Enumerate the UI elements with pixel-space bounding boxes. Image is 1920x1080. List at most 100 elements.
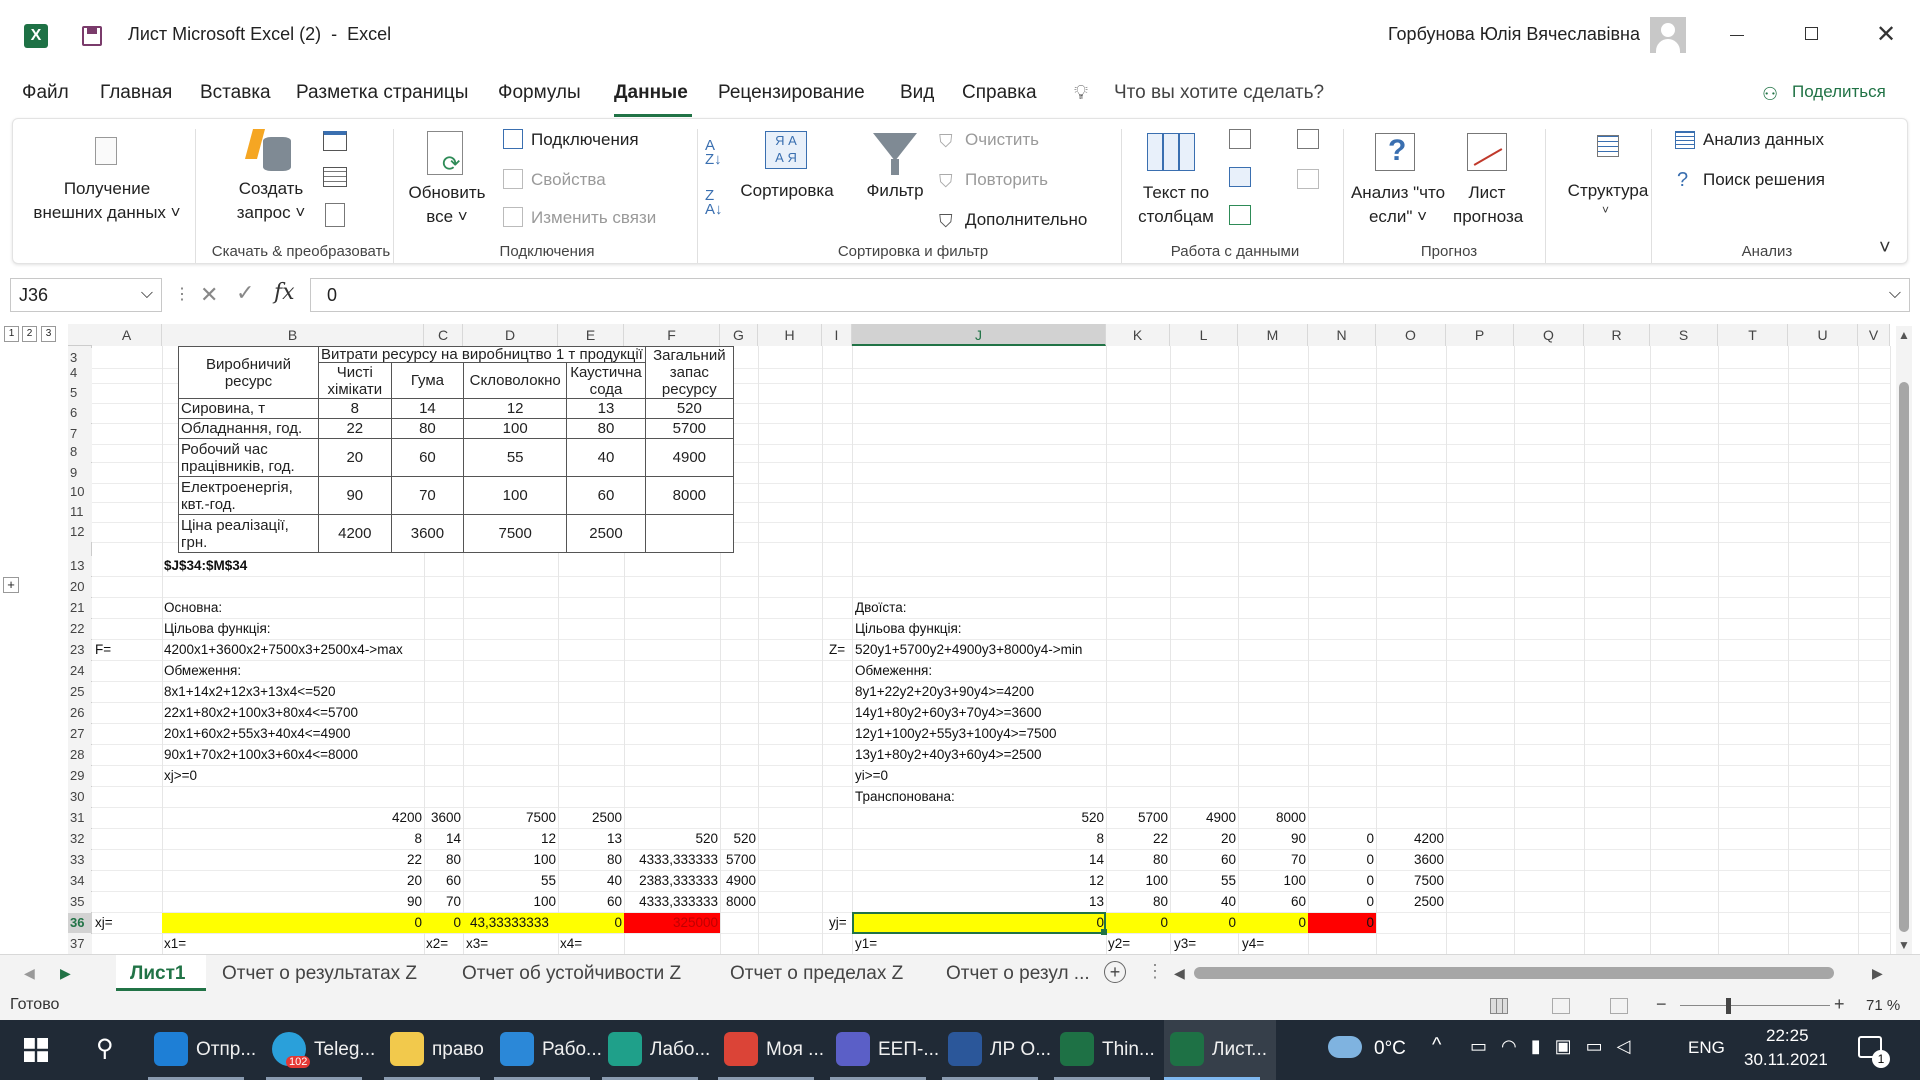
- column-header[interactable]: H: [758, 324, 822, 346]
- cell-b23[interactable]: 4200x1+3600x2+7500x3+2500x4->max: [164, 640, 403, 660]
- cell-b28[interactable]: 90x1+70x2+100x3+60x4<=8000: [164, 745, 358, 765]
- cell-value[interactable]: 60: [371, 871, 461, 891]
- scroll-down-icon[interactable]: ▼: [1898, 938, 1910, 952]
- enter-icon[interactable]: ✓: [236, 280, 254, 306]
- text-to-columns-button[interactable]: Текст по столбцам: [1131, 181, 1221, 229]
- cell-value[interactable]: 3600: [1354, 850, 1444, 870]
- windows-start-icon[interactable]: [24, 1038, 48, 1062]
- what-if-button[interactable]: Анализ "что если" ˅: [1345, 181, 1451, 229]
- cell-value[interactable]: 2500: [1354, 892, 1444, 912]
- cell-value[interactable]: 0: [572, 913, 622, 933]
- outline-button[interactable]: Структура: [1553, 179, 1663, 203]
- minimize-icon[interactable]: [1730, 35, 1744, 36]
- row-header[interactable]: 36: [68, 913, 92, 933]
- column-header[interactable]: O: [1376, 324, 1446, 346]
- expand-formula-icon[interactable]: ⌵: [1889, 285, 1901, 303]
- avatar[interactable]: [1650, 17, 1686, 53]
- forecast-sheet-button[interactable]: Лист прогноза: [1453, 181, 1523, 229]
- chevron-down-icon[interactable]: ⌵: [141, 285, 153, 303]
- zoom-slider-thumb[interactable]: [1726, 998, 1731, 1014]
- cell-value[interactable]: 2500: [532, 808, 622, 828]
- edit-links-button[interactable]: Изменить связи: [531, 207, 656, 229]
- tray-icons[interactable]: ▭◠▮▣▭◁: [1470, 1036, 1644, 1057]
- tab-insert[interactable]: Вставка: [200, 82, 271, 104]
- connections-button[interactable]: Подключения: [531, 129, 639, 151]
- cell-label[interactable]: y4=: [1242, 934, 1264, 954]
- share-button[interactable]: Поделиться: [1792, 82, 1886, 102]
- zoom-level[interactable]: 71 %: [1866, 997, 1900, 1014]
- cell-value[interactable]: 0: [431, 913, 461, 933]
- cell-j27[interactable]: 12y1+100y2+55y3+100y4>=7500: [855, 724, 1057, 744]
- sheet-tab-list1[interactable]: Лист1: [130, 963, 185, 985]
- row-header[interactable]: 37: [68, 934, 92, 954]
- cell-value[interactable]: 14: [371, 829, 461, 849]
- search-icon[interactable]: ⚲: [96, 1034, 114, 1063]
- cell-b24[interactable]: Обмеження:: [164, 661, 241, 681]
- column-header[interactable]: I: [822, 324, 852, 346]
- cell-label[interactable]: x1=: [164, 934, 186, 954]
- zoom-slider-track[interactable]: [1680, 1005, 1830, 1006]
- hscroll-left-icon[interactable]: ◀: [1174, 965, 1185, 982]
- row-header[interactable]: 33: [68, 850, 92, 870]
- column-header[interactable]: F: [624, 324, 720, 346]
- row-header[interactable]: 32: [68, 829, 92, 849]
- column-header[interactable]: M: [1238, 324, 1308, 346]
- row-header[interactable]: 6: [68, 403, 92, 423]
- cell-label[interactable]: x2=: [426, 934, 448, 954]
- column-header[interactable]: P: [1446, 324, 1514, 346]
- column-header[interactable]: Q: [1514, 324, 1584, 346]
- column-header[interactable]: J: [852, 324, 1106, 346]
- cell-value[interactable]: 0: [1314, 913, 1374, 933]
- cell-value[interactable]: 80: [371, 850, 461, 870]
- cell-label[interactable]: x3=: [466, 934, 488, 954]
- from-table-icon[interactable]: [323, 167, 347, 187]
- column-header[interactable]: R: [1584, 324, 1650, 346]
- column-header[interactable]: U: [1788, 324, 1858, 346]
- cell-value[interactable]: 70: [371, 892, 461, 912]
- user-name[interactable]: Горбунова Юлія Вячеславівна: [1388, 24, 1640, 45]
- remove-duplicates-icon[interactable]: [1229, 167, 1251, 187]
- cell-value[interactable]: 7500: [1354, 871, 1444, 891]
- cell-j24[interactable]: Обмеження:: [855, 661, 932, 681]
- cell-label[interactable]: y2=: [1108, 934, 1130, 954]
- cell-j30[interactable]: Транспонована:: [855, 787, 955, 807]
- tab-page-layout[interactable]: Разметка страницы: [296, 82, 468, 104]
- row-header[interactable]: 9: [68, 463, 92, 483]
- row-header[interactable]: 31: [68, 808, 92, 828]
- cell-value[interactable]: 0: [1108, 913, 1168, 933]
- clear-button[interactable]: Очистить: [965, 129, 1039, 151]
- tab-file[interactable]: Файл: [22, 82, 69, 104]
- cell-value[interactable]: 520: [666, 829, 756, 849]
- cell-value[interactable]: 8000: [666, 892, 756, 912]
- cell-value[interactable]: 8000: [1216, 808, 1306, 828]
- cell-j28[interactable]: 13y1+80y2+40y3+60y4>=2500: [855, 745, 1042, 765]
- prev-sheet-icon[interactable]: ◀: [24, 965, 35, 982]
- cell-value[interactable]: 5700: [666, 850, 756, 870]
- column-header[interactable]: S: [1650, 324, 1718, 346]
- normal-view-icon[interactable]: [1490, 998, 1508, 1014]
- cell-value[interactable]: 3600: [371, 808, 461, 828]
- zoom-in-icon[interactable]: +: [1834, 994, 1845, 1015]
- row-header[interactable]: 23: [68, 640, 92, 660]
- cell-value[interactable]: 0: [1176, 913, 1236, 933]
- page-layout-view-icon[interactable]: [1552, 998, 1570, 1014]
- cell-b27[interactable]: 20x1+60x2+55x3+40x4<=4900: [164, 724, 351, 744]
- consolidate-icon[interactable]: [1297, 129, 1319, 149]
- cell-b21[interactable]: Основна:: [164, 598, 222, 618]
- page-break-view-icon[interactable]: [1610, 998, 1628, 1014]
- horizontal-scroll-thumb[interactable]: [1194, 967, 1834, 979]
- row-header[interactable]: 10: [68, 482, 92, 502]
- cell-label[interactable]: y1=: [855, 934, 877, 954]
- cell-value[interactable]: 60: [532, 892, 622, 912]
- vertical-scrollbar[interactable]: ▲ ▼: [1896, 326, 1912, 954]
- collapse-ribbon-icon[interactable]: ˅: [1879, 237, 1891, 260]
- cell-b13[interactable]: $J$34:$M$34: [164, 556, 247, 576]
- column-header[interactable]: K: [1106, 324, 1170, 346]
- row-header[interactable]: 25: [68, 682, 92, 702]
- language[interactable]: ENG: [1688, 1038, 1725, 1058]
- row-header[interactable]: 26: [68, 703, 92, 723]
- cell-value[interactable]: 40: [532, 871, 622, 891]
- relationships-icon[interactable]: [1297, 169, 1319, 189]
- get-external-data-button[interactable]: Получение внешних данных ˅: [27, 177, 187, 225]
- row-header[interactable]: 29: [68, 766, 92, 786]
